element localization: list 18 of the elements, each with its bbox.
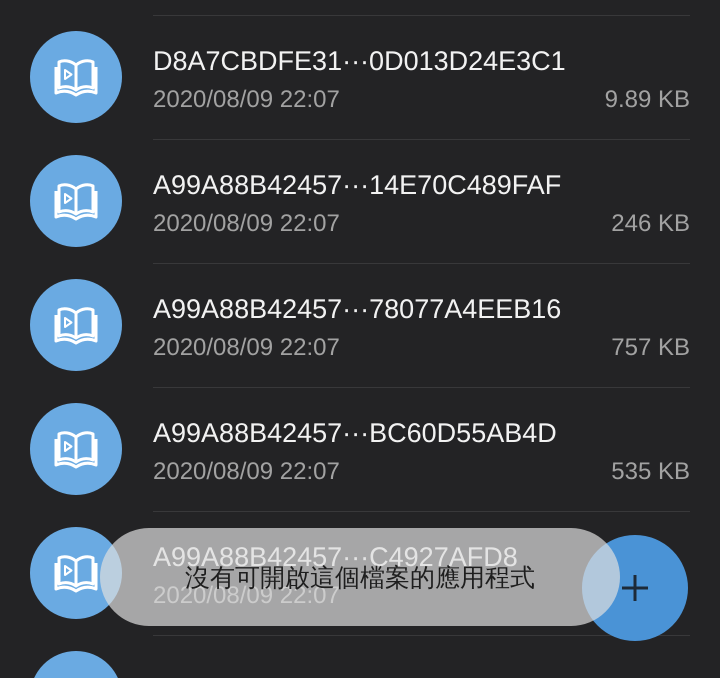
file-date: 2020/08/09 22:07 [153,333,340,363]
file-size: 535 KB [611,457,690,487]
plus-icon [620,573,650,603]
file-size: 246 KB [611,209,690,239]
file-name[interactable]: A99A88B42457···BC60D55AB4D [153,416,690,450]
file-name[interactable]: A99A88B42457···78077A4EEB16 [153,292,690,326]
file-date: 2020/08/09 22:07 [153,457,340,487]
book-icon [54,181,98,221]
book-icon [54,305,98,345]
file-size: 9.89 KB [604,85,690,115]
file-name[interactable]: A99A88B42457···14E70C489FAF [153,168,690,202]
book-icon [54,429,98,469]
book-icon [54,553,98,593]
file-date: 2020/08/09 22:07 [153,85,340,115]
file-date: 2020/08/09 22:07 [153,209,340,239]
file-name[interactable]: D8A7CBDFE31···0D013D24E3C1 [153,44,690,78]
book-icon [54,57,98,97]
file-size: 757 KB [611,333,690,363]
